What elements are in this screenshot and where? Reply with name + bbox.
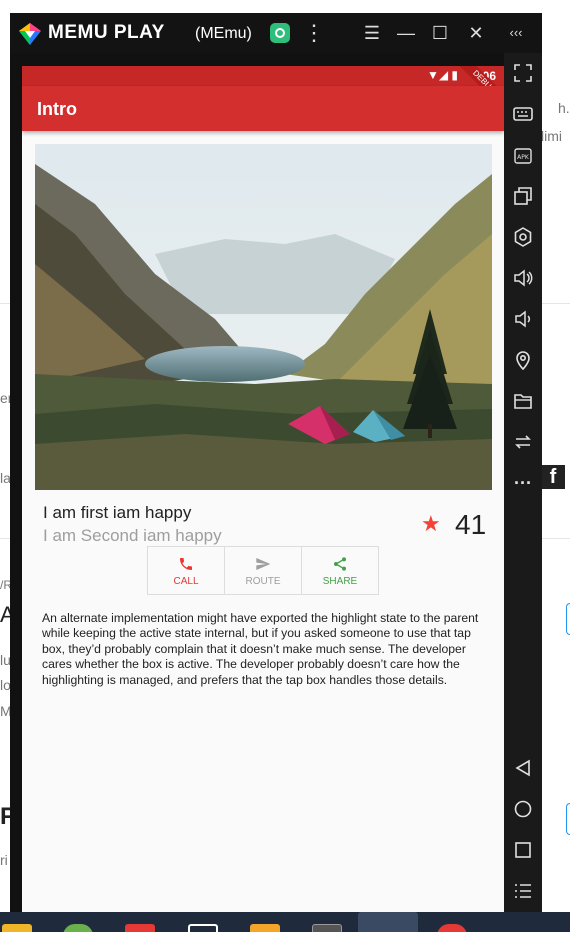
app-center-icon[interactable]: [270, 23, 290, 43]
call-button[interactable]: CALL: [148, 547, 225, 594]
window-brand: MEMU PLAY: [48, 22, 165, 43]
taskbar-app-icon[interactable]: [188, 924, 218, 932]
home-icon[interactable]: [513, 799, 533, 819]
card-title: I am first iam happy: [43, 503, 192, 522]
file-explorer-icon[interactable]: [2, 924, 32, 932]
facebook-icon[interactable]: f: [541, 465, 565, 489]
menu-icon[interactable]: [513, 881, 533, 901]
star-icon[interactable]: ★: [421, 513, 441, 535]
minimize-icon[interactable]: —: [394, 21, 418, 45]
taskbar-app-icon[interactable]: [250, 924, 280, 932]
status-bar: ▼◢ ▮ 3:06 DEBUG: [22, 66, 504, 115]
memu-logo-icon: [19, 23, 41, 45]
memu-window: MEMU PLAY (MEmu) ⋮ ☰ — ☐ ✕ ‹‹‹ ▼◢ ▮ 3:06…: [10, 13, 542, 923]
signal-battery-icon: ▼◢ ▮: [426, 68, 458, 82]
folder-icon[interactable]: [513, 391, 533, 411]
share-label: SHARE: [322, 576, 358, 587]
emulator-toolbar: APK ···: [504, 53, 542, 913]
share-button[interactable]: SHARE: [302, 547, 378, 594]
share-icon: [334, 557, 346, 571]
route-label: ROUTE: [245, 576, 281, 587]
star-count: 41: [455, 509, 487, 540]
route-button[interactable]: ROUTE: [225, 547, 302, 594]
bg-text: ri: [0, 852, 8, 868]
action-row: CALL ROUTE SHARE: [147, 546, 379, 595]
taskbar-app-icon[interactable]: [312, 924, 342, 932]
sync-icon[interactable]: [513, 432, 533, 452]
more-icon[interactable]: ···: [513, 473, 533, 493]
memu-taskbar-button[interactable]: [358, 912, 418, 932]
hero-landscape-image: [35, 144, 492, 490]
taskbar-app-icon[interactable]: [63, 924, 93, 932]
bg-input-edge[interactable]: [566, 803, 570, 835]
kebab-menu-icon[interactable]: ⋮: [302, 21, 326, 45]
location-icon[interactable]: [513, 350, 533, 370]
volume-down-icon[interactable]: [513, 309, 533, 329]
apk-install-icon[interactable]: APK: [513, 145, 533, 165]
hamburger-icon[interactable]: ☰: [360, 21, 384, 45]
title-bar[interactable]: MEMU PLAY (MEmu) ⋮ ☰ — ☐ ✕ ‹‹‹: [10, 13, 542, 53]
collapse-toolbar-icon[interactable]: ‹‹‹: [504, 21, 528, 45]
fullscreen-icon[interactable]: [513, 63, 533, 83]
window-subtitle: (MEmu): [195, 25, 252, 42]
close-icon[interactable]: ✕: [464, 21, 488, 45]
settings-icon[interactable]: [513, 227, 533, 247]
card-subtitle: I am Second iam happy: [43, 526, 222, 545]
phone-icon: [180, 558, 192, 570]
bg-input-edge[interactable]: [566, 603, 570, 635]
multi-window-icon[interactable]: [513, 186, 533, 206]
app-bar: Intro: [22, 86, 504, 131]
os-taskbar: [0, 912, 570, 932]
taskbar-app-icon[interactable]: [437, 924, 467, 932]
recents-icon[interactable]: [513, 840, 533, 860]
back-icon[interactable]: [513, 758, 533, 778]
bg-text: h.: [558, 100, 570, 116]
taskbar-app-icon[interactable]: [125, 924, 155, 932]
svg-text:APK: APK: [517, 154, 530, 161]
call-label: CALL: [173, 576, 199, 587]
android-screen: ▼◢ ▮ 3:06 DEBUG Intro: [22, 66, 504, 923]
maximize-icon[interactable]: ☐: [428, 21, 452, 45]
keyboard-icon[interactable]: [513, 104, 533, 124]
description-text: An alternate implementation might have e…: [42, 611, 479, 687]
page-title: Intro: [37, 99, 77, 119]
bg-text: limi: [541, 128, 562, 144]
volume-up-icon[interactable]: [513, 268, 533, 288]
send-icon: [256, 558, 271, 570]
